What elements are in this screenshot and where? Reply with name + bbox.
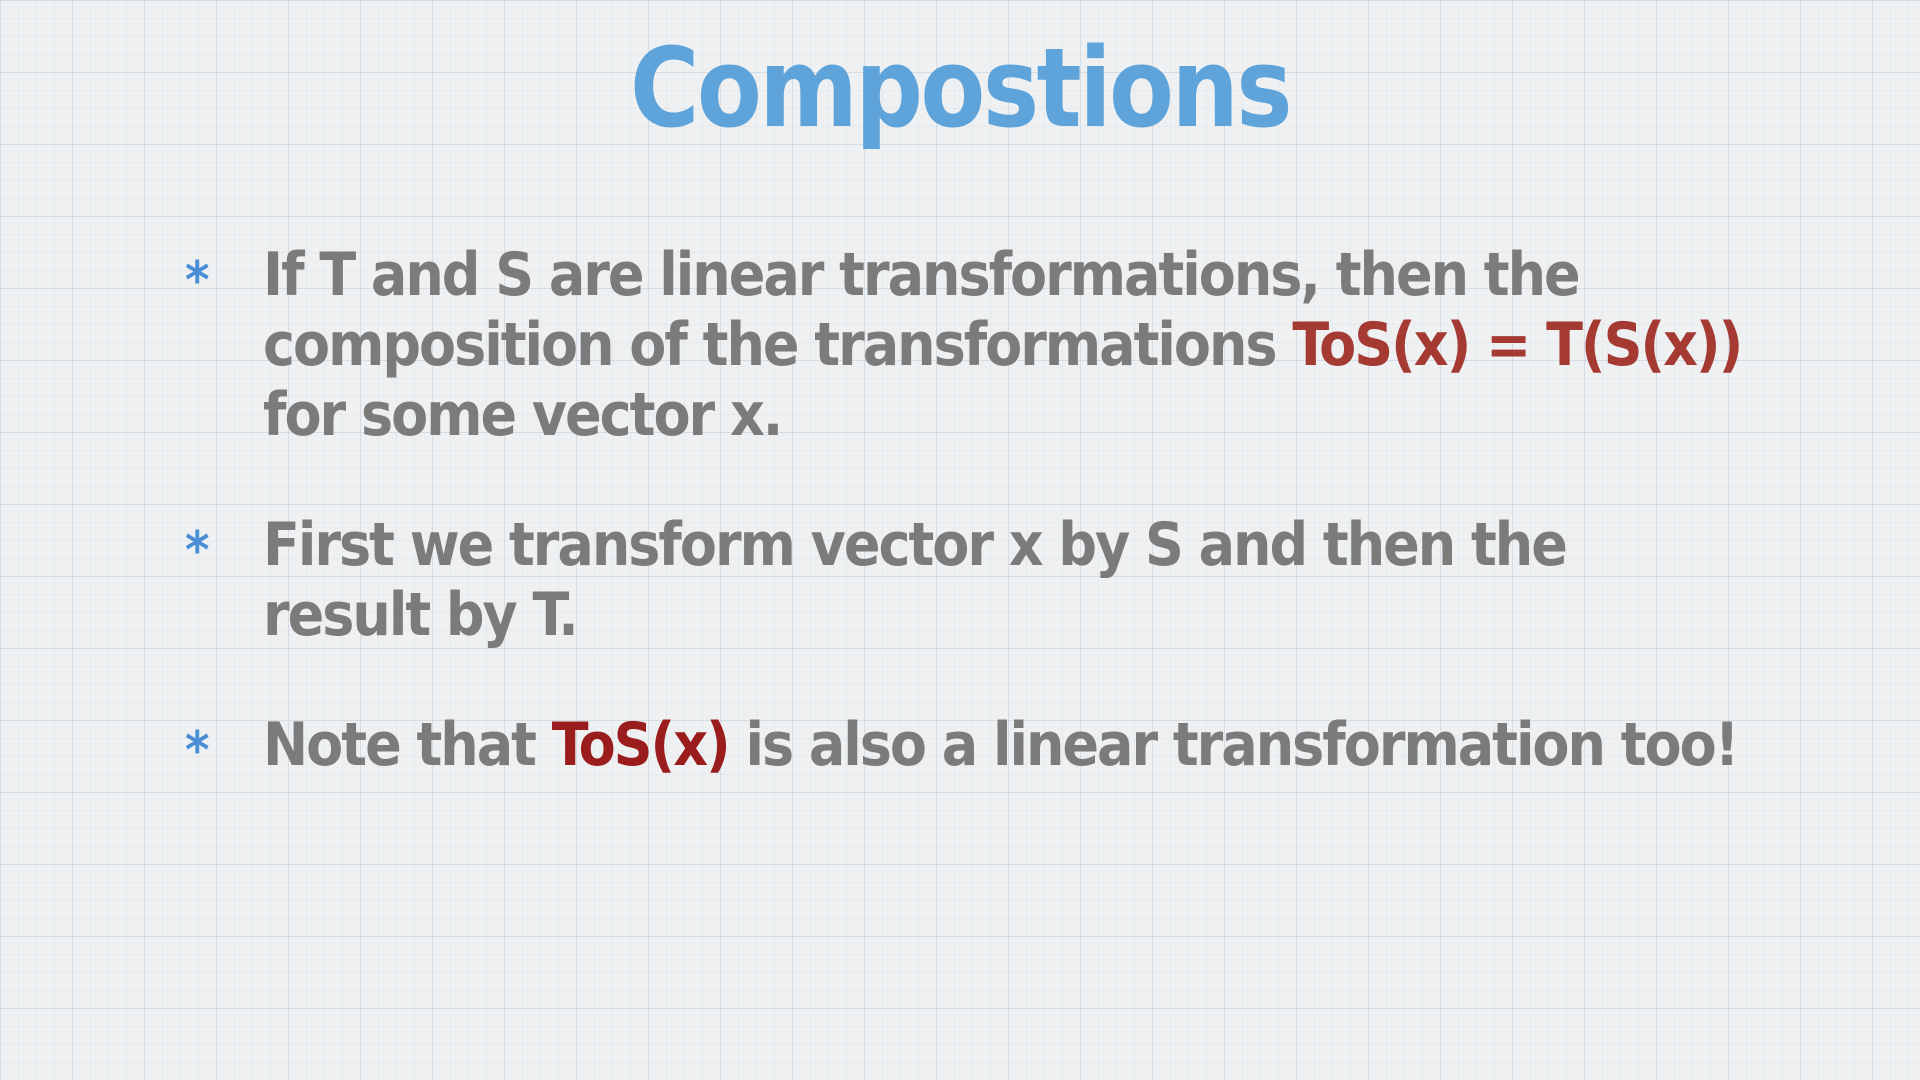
slide-title: Compostions xyxy=(630,24,1293,152)
bullet-star-icon: * xyxy=(185,721,210,781)
bullet-list: * If T and S are linear transformations,… xyxy=(185,240,1745,840)
bullet-item: * Note that ToS(x) is also a linear tran… xyxy=(185,710,1745,781)
composition-formula: ToS(x) = T(S(x)) xyxy=(1292,310,1743,380)
bullet-text: First we transform vector x by S and the… xyxy=(263,510,1568,650)
bullet-text: is also a linear transformation too! xyxy=(728,710,1739,780)
bullet-item: * If T and S are linear transformations,… xyxy=(185,240,1745,450)
bullet-item: * First we transform vector x by S and t… xyxy=(185,510,1745,650)
slide: Compostions * If T and S are linear tran… xyxy=(0,0,1920,1080)
bullet-star-icon: * xyxy=(185,251,210,311)
bullet-text: for some vector x. xyxy=(263,380,783,450)
bullet-text: Note that xyxy=(263,710,552,780)
composition-term: ToS(x) xyxy=(551,710,731,780)
bullet-star-icon: * xyxy=(185,521,210,581)
